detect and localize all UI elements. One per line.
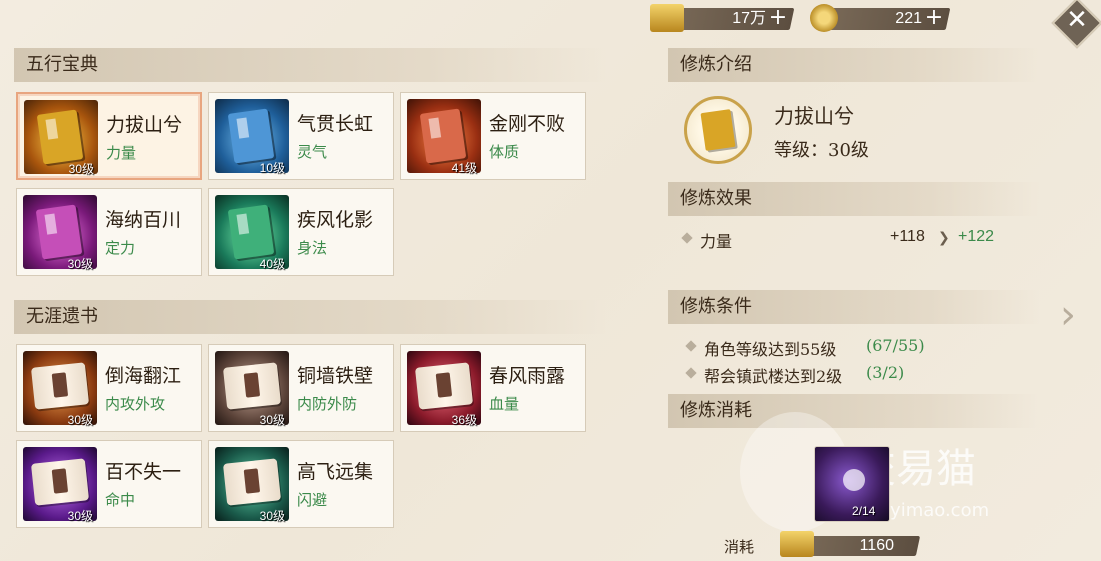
conditions-header: 修炼条件 [668, 290, 1040, 324]
intro-level: 等级：30级 [774, 140, 869, 161]
card-attr: 闪避 [297, 491, 328, 509]
card-wuya-2[interactable]: 36级 春风雨露 血量 [400, 344, 586, 432]
card-attr: 命中 [105, 491, 136, 509]
coin-value: 221 [895, 10, 922, 27]
cost-item-count: 2/14 [852, 504, 876, 518]
bullet-icon [681, 232, 693, 244]
card-wuya-3[interactable]: 30级 百不失一 命中 [16, 440, 202, 528]
card-name: 力拔山兮 [106, 114, 183, 136]
card-name: 铜墙铁壁 [297, 365, 374, 387]
card-level: 36级 [451, 413, 477, 427]
coin-add-button[interactable]: + [924, 7, 944, 29]
chevron-right-icon[interactable]: › [1060, 292, 1076, 338]
card-wuxing-3[interactable]: 30级 海纳百川 定力 [16, 188, 202, 276]
cost-header: 修炼消耗 [668, 394, 1040, 428]
card-level: 30级 [259, 509, 285, 523]
card-name: 春风雨露 [489, 365, 566, 387]
card-wuxing-0[interactable]: 30级 力拔山兮 力量 [16, 92, 202, 180]
gold-ingot-icon [780, 531, 814, 557]
card-level: 30级 [259, 413, 285, 427]
card-level: 30级 [68, 162, 94, 176]
effect-next: +122 [958, 228, 995, 245]
section-wuxing-header: 五行宝典 [14, 48, 606, 82]
bullet-icon [685, 367, 697, 379]
card-wuya-1[interactable]: 30级 铜墙铁壁 内防外防 [208, 344, 394, 432]
selected-book-icon [684, 96, 752, 164]
card-wuya-0[interactable]: 30级 倒海翻江 内攻外攻 [16, 344, 202, 432]
card-attr: 灵气 [297, 143, 328, 161]
card-level: 30级 [67, 257, 93, 271]
intro-name: 力拔山兮 [774, 104, 854, 128]
card-wuxing-4[interactable]: 40级 疾风化影 身法 [208, 188, 394, 276]
gold-add-button[interactable]: + [768, 7, 788, 29]
card-name: 高飞远集 [297, 461, 374, 483]
copper-coin-icon [810, 4, 838, 32]
condition-1-text: 帮会镇武楼达到2级 [704, 367, 843, 386]
card-attr: 内攻外攻 [105, 395, 166, 413]
close-icon[interactable]: ✕ [1059, 0, 1095, 40]
card-level: 30级 [67, 413, 93, 427]
condition-1-progress: (3/2) [866, 363, 905, 382]
card-attr: 定力 [105, 239, 136, 257]
card-name: 气贯长虹 [297, 113, 374, 135]
card-name: 海纳百川 [105, 209, 182, 231]
effect-stat: 力量 [700, 232, 733, 251]
bullet-icon [685, 340, 697, 352]
card-name: 疾风化影 [297, 209, 374, 231]
card-wuya-4[interactable]: 30级 高飞远集 闪避 [208, 440, 394, 528]
card-name: 金刚不败 [489, 113, 566, 135]
card-name: 百不失一 [105, 461, 182, 483]
card-level: 41级 [451, 161, 477, 175]
gold-ingot-icon [650, 4, 684, 32]
gold-value: 17万 [732, 10, 766, 27]
card-attr: 血量 [489, 395, 520, 413]
cost-label: 消耗 [724, 538, 755, 556]
intro-header: 修炼介绍 [668, 48, 1040, 82]
card-wuxing-2[interactable]: 41级 金刚不败 体质 [400, 92, 586, 180]
card-wuxing-1[interactable]: 10级 气贯长虹 灵气 [208, 92, 394, 180]
effect-header: 修炼效果 [668, 182, 1040, 216]
card-level: 30级 [67, 509, 93, 523]
card-level: 10级 [259, 161, 285, 175]
condition-0-text: 角色等级达到55级 [704, 340, 837, 359]
card-attr: 内防外防 [297, 395, 358, 413]
card-attr: 身法 [297, 239, 328, 257]
card-attr: 力量 [106, 144, 137, 162]
card-level: 40级 [259, 257, 285, 271]
section-wuya-header: 无涯遗书 [14, 300, 606, 334]
condition-0-progress: (67/55) [866, 336, 925, 355]
effect-current: +118 [890, 228, 925, 245]
arrow-right-icon: ❯ [938, 230, 950, 246]
card-attr: 体质 [489, 143, 520, 161]
card-name: 倒海翻江 [105, 365, 182, 387]
cost-amount: 1160 [859, 537, 894, 554]
